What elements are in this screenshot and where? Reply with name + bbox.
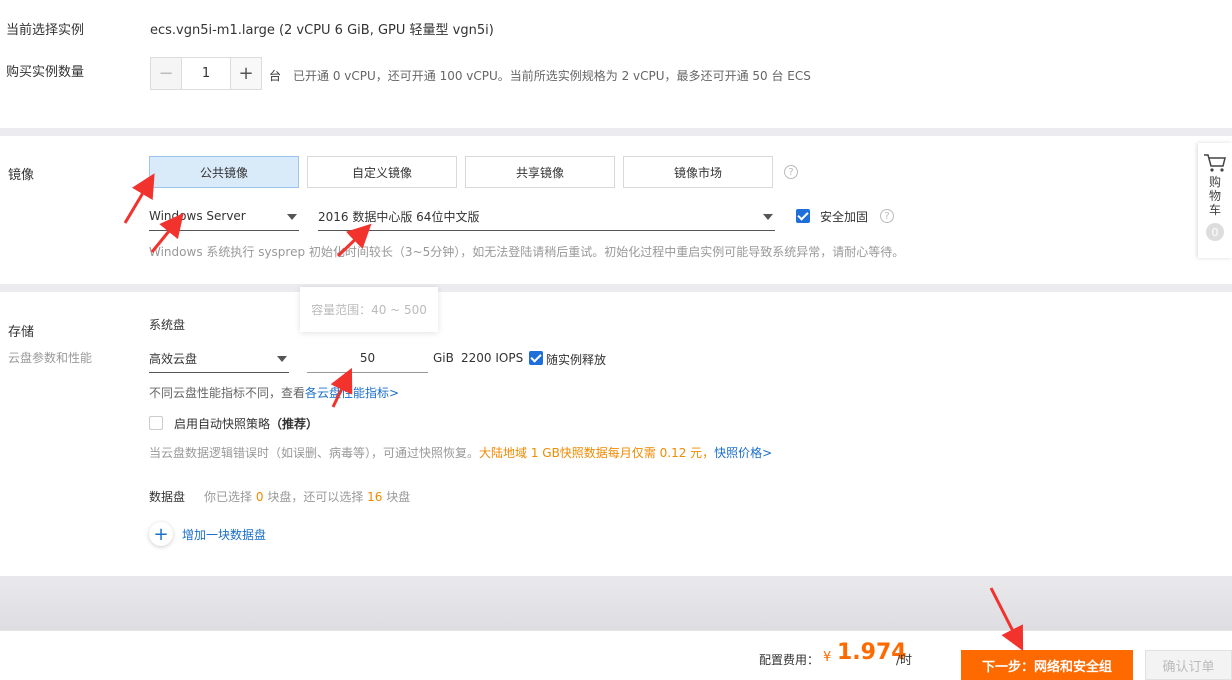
add-data-disk-label: 增加一块数据盘 bbox=[182, 527, 267, 542]
recommend-badge: （推荐） bbox=[270, 417, 319, 431]
tab-shared-image[interactable]: 共享镜像 bbox=[465, 156, 615, 188]
chevron-down-icon bbox=[287, 214, 297, 220]
disk-size-input[interactable]: 50 bbox=[307, 344, 428, 373]
tab-image-market[interactable]: 镜像市场 bbox=[623, 156, 773, 188]
help-icon[interactable]: ? bbox=[784, 165, 798, 179]
os-select[interactable]: Windows Server bbox=[149, 202, 299, 231]
snapshot-price-note: 大陆地域 1 GB快照数据每月仅需 0.12 元， bbox=[479, 446, 715, 460]
quantity-info: 已开通 0 vCPU，还可开通 100 vCPU。当前所选实例规格为 2 vCP… bbox=[293, 69, 811, 83]
quantity-unit: 台 bbox=[269, 69, 282, 83]
data-disk-label: 数据盘 bbox=[149, 490, 186, 504]
storage-section-sublabel: 云盘参数和性能 bbox=[8, 351, 93, 365]
disk-size-unit: GiB bbox=[433, 351, 454, 365]
data-disk-info: 块盘 bbox=[386, 490, 411, 504]
footer-divider bbox=[0, 576, 1232, 630]
cart-icon bbox=[1204, 154, 1226, 172]
increment-button[interactable]: + bbox=[231, 58, 261, 89]
data-disk-info: 你已选择 bbox=[204, 490, 253, 504]
cart-label: 购物车 bbox=[1208, 175, 1221, 217]
shopping-cart[interactable]: 购物车 0 bbox=[1198, 143, 1232, 258]
section-divider bbox=[0, 128, 1232, 136]
iops-value: 2200 IOPS bbox=[461, 351, 524, 365]
quantity-stepper: − 1 + bbox=[150, 57, 262, 90]
current-instance-label: 当前选择实例 bbox=[6, 23, 85, 38]
image-section-label: 镜像 bbox=[8, 168, 35, 183]
chevron-down-icon bbox=[277, 356, 287, 362]
plus-icon: + bbox=[149, 522, 173, 546]
perf-note: 不同云盘性能指标不同，查看 bbox=[149, 386, 306, 400]
perf-link[interactable]: 各云盘性能指标> bbox=[305, 386, 399, 400]
help-icon[interactable]: ? bbox=[880, 209, 894, 223]
security-checkbox[interactable] bbox=[796, 209, 810, 223]
data-disk-info: 块盘，还可以选择 bbox=[267, 490, 364, 504]
auto-snapshot-checkbox[interactable] bbox=[149, 416, 163, 430]
disk-type-value: 高效云盘 bbox=[149, 351, 198, 366]
section-divider bbox=[0, 284, 1232, 292]
security-label: 安全加固 bbox=[820, 210, 869, 224]
data-disk-remaining-count: 16 bbox=[367, 490, 383, 504]
currency-symbol: ¥ bbox=[823, 650, 832, 665]
price-unit: /时 bbox=[896, 653, 913, 667]
next-step-button[interactable]: 下一步：网络和安全组 bbox=[961, 650, 1133, 680]
auto-snapshot-label: 启用自动快照策略 bbox=[174, 417, 271, 431]
chevron-down-icon bbox=[763, 214, 773, 220]
data-disk-selected-count: 0 bbox=[255, 490, 264, 504]
confirm-order-button[interactable]: 确认订单 bbox=[1145, 650, 1232, 680]
current-instance-value: ecs.vgn5i-m1.large (2 vCPU 6 GiB, GPU 轻量… bbox=[150, 23, 494, 38]
release-with-instance-checkbox[interactable] bbox=[529, 351, 543, 365]
storage-section-label: 存储 bbox=[8, 325, 35, 340]
decrement-button[interactable]: − bbox=[151, 58, 181, 89]
cart-count-badge: 0 bbox=[1206, 223, 1224, 241]
version-select[interactable]: 2016 数据中心版 64位中文版 bbox=[318, 202, 775, 231]
capacity-range-tooltip: 容量范围：40 ~ 500 bbox=[300, 287, 438, 332]
add-data-disk-button[interactable]: + 增加一块数据盘 bbox=[149, 522, 266, 546]
quantity-label: 购买实例数量 bbox=[6, 65, 85, 80]
tab-public-image[interactable]: 公共镜像 bbox=[149, 156, 299, 188]
annotation-arrow-public-image bbox=[123, 173, 155, 224]
os-select-value: Windows Server bbox=[149, 209, 246, 223]
disk-type-select[interactable]: 高效云盘 bbox=[149, 344, 289, 373]
release-with-instance-label: 随实例释放 bbox=[546, 353, 607, 367]
snapshot-note: 当云盘数据逻辑错误时（如误删、病毒等），可通过快照恢复。 bbox=[149, 446, 480, 460]
fee-label: 配置费用： bbox=[759, 653, 820, 667]
disk-size-value: 50 bbox=[359, 351, 376, 365]
snapshot-price-link[interactable]: 快照价格> bbox=[714, 446, 772, 460]
tab-custom-image[interactable]: 自定义镜像 bbox=[307, 156, 457, 188]
version-select-value: 2016 数据中心版 64位中文版 bbox=[318, 209, 480, 224]
image-note: Windows 系统执行 sysprep 初始化时间较长（3~5分钟），如无法登… bbox=[149, 245, 905, 259]
system-disk-label: 系统盘 bbox=[149, 318, 186, 332]
quantity-input[interactable]: 1 bbox=[181, 58, 231, 89]
